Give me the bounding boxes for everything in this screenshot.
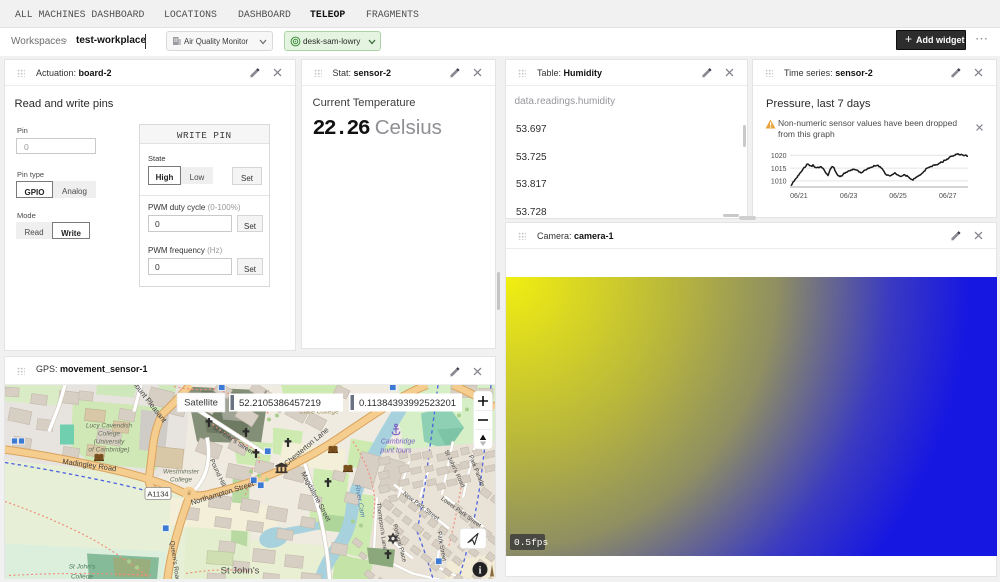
svg-text:1015: 1015 [771,166,787,173]
svg-text:52.2105386457219: 52.2105386457219 [239,398,321,409]
svg-text:College: College [98,430,120,437]
svg-text:Satellite: Satellite [184,397,218,408]
svg-text:1010: 1010 [771,179,787,186]
svg-text:06/25: 06/25 [889,193,907,200]
svg-text:06/27: 06/27 [939,193,957,200]
svg-text:College: College [170,476,192,483]
svg-text:06/21: 06/21 [790,193,808,200]
svg-text:of Cambridge): of Cambridge) [88,446,129,453]
svg-text:Cambridge: Cambridge [381,438,415,445]
svg-text:i: i [479,565,482,576]
svg-text:punt tours: punt tours [379,447,412,454]
svg-text:Lucy Cavendish: Lucy Cavendish [86,422,133,429]
svg-text:06/23: 06/23 [840,193,858,200]
svg-text:College: College [71,573,93,579]
svg-text:0.11384393992523201: 0.11384393992523201 [359,398,456,409]
svg-text:St John's: St John's [221,565,260,576]
svg-text:A1134: A1134 [147,489,168,498]
svg-text:Westminster: Westminster [163,468,200,475]
svg-text:1020: 1020 [771,153,787,160]
svg-text:St John's: St John's [69,563,96,570]
svg-text:(University: (University [94,438,125,445]
